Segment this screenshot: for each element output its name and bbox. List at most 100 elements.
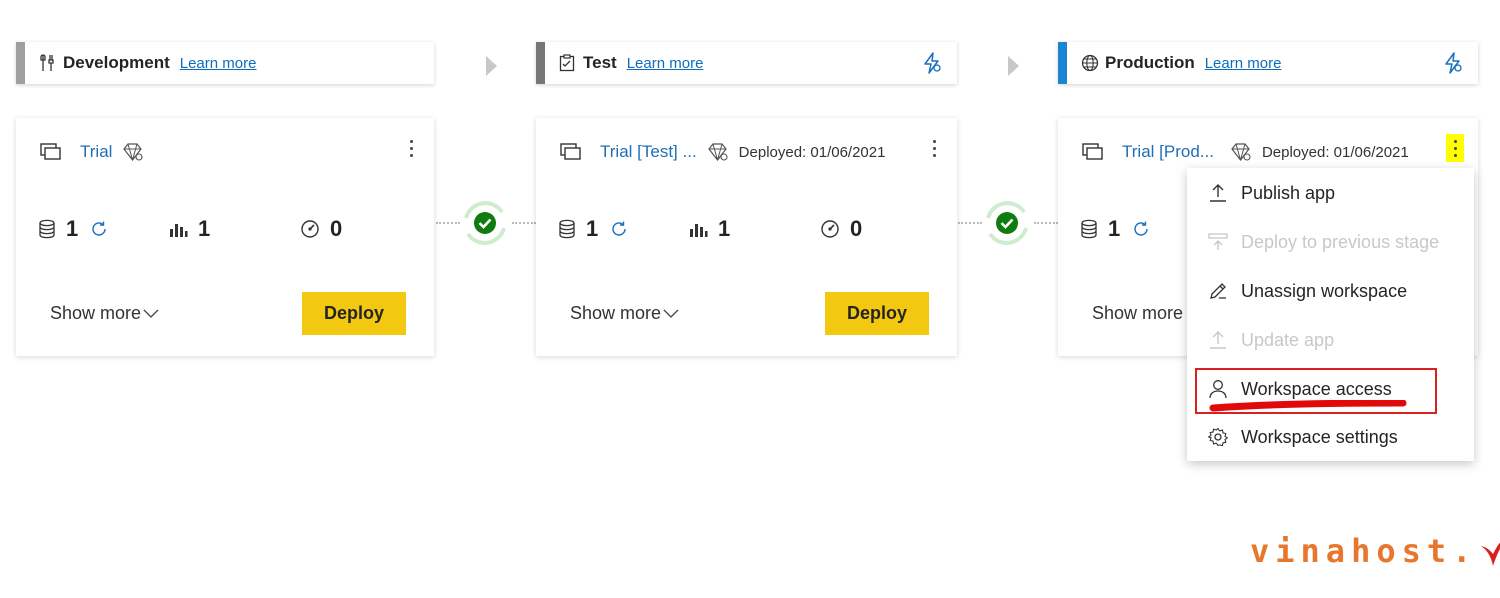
show-more-label: Show more: [570, 303, 662, 323]
deploy-button[interactable]: Deploy: [825, 292, 929, 335]
chevron-right-icon: [486, 56, 497, 76]
report-bar-icon: [690, 224, 708, 237]
person-icon: [1207, 378, 1229, 400]
stage-card-development: Trial 1 1 0 Show more Deploy: [16, 118, 434, 356]
database-icon: [559, 219, 575, 239]
connector-line: [958, 222, 982, 224]
more-options-button[interactable]: [402, 134, 420, 162]
datasets-count: 1: [66, 216, 79, 241]
show-more-toggle[interactable]: Show more: [570, 303, 679, 324]
reports-count: 1: [718, 216, 731, 241]
vinahost-logo: vinahost.: [1250, 520, 1500, 570]
learn-more-link[interactable]: Learn more: [180, 55, 257, 72]
datasets-metric: 1: [1080, 216, 1150, 242]
stage-color-bar: [1058, 42, 1067, 84]
connector-line: [512, 222, 536, 224]
show-more-toggle[interactable]: Show more: [1092, 303, 1183, 324]
dashboard-gauge-icon: [821, 220, 839, 238]
stage-header-production: Production Learn more: [1058, 42, 1478, 84]
datasets-count: 1: [1108, 216, 1121, 241]
gear-icon: [1207, 426, 1229, 448]
refresh-icon[interactable]: [90, 220, 108, 238]
menu-item-label: Workspace access: [1241, 378, 1392, 399]
learn-more-link[interactable]: Learn more: [1205, 55, 1282, 72]
stage-card-test: Trial [Test] ... Deployed: 01/06/2021 1 …: [536, 118, 957, 356]
workspace-name-link[interactable]: Trial [Test] ...: [600, 142, 697, 162]
workspace-icon: [1082, 143, 1104, 161]
card-title-row: Trial [Prod... Deployed: 01/06/2021: [1082, 140, 1462, 164]
reports-count: 1: [198, 216, 211, 241]
more-options-button[interactable]: [1446, 134, 1464, 162]
show-more-label: Show more: [50, 303, 142, 323]
deployment-rules-icon[interactable]: [921, 52, 943, 74]
datasets-metric: 1: [558, 216, 628, 242]
learn-more-link[interactable]: Learn more: [627, 55, 704, 72]
chevron-down-icon: [663, 309, 679, 318]
menu-item-deploy-previous[interactable]: Deploy to previous stage: [1207, 227, 1439, 257]
card-metrics: 1 1 0: [38, 216, 418, 242]
dashboards-metric: 0: [300, 216, 342, 242]
annotation-underline: [1209, 400, 1407, 412]
globe-icon: [1081, 54, 1099, 72]
chevron-right-icon: [1008, 56, 1019, 76]
workspace-icon: [560, 143, 582, 161]
premium-capacity-icon: [122, 142, 144, 162]
card-metrics: 1 1 0: [558, 216, 941, 242]
stage-name: Development: [63, 53, 170, 72]
chevron-down-icon: [143, 309, 159, 318]
compare-sync-icon[interactable]: [458, 196, 512, 250]
menu-item-unassign-workspace[interactable]: Unassign workspace: [1207, 276, 1407, 306]
workspace-icon: [40, 143, 62, 161]
premium-capacity-icon: [707, 142, 729, 162]
refresh-icon[interactable]: [1132, 220, 1150, 238]
stage-color-bar: [16, 42, 25, 84]
deployed-date: Deployed: 01/06/2021: [738, 143, 886, 161]
clipboard-icon: [559, 54, 577, 72]
upload-icon: [1207, 182, 1229, 204]
menu-item-label: Unassign workspace: [1241, 280, 1408, 301]
pencil-icon: [1207, 280, 1229, 302]
reports-metric: 1: [688, 216, 730, 242]
dashboards-count: 0: [850, 216, 863, 241]
stage-header-development: Development Learn more: [16, 42, 434, 84]
menu-item-label: Publish app: [1241, 182, 1336, 203]
dashboards-metric: 0: [820, 216, 862, 242]
stage-header-test: Test Learn more: [536, 42, 957, 84]
datasets-metric: 1: [38, 216, 108, 242]
tools-icon: [39, 54, 57, 72]
deploy-back-icon: [1207, 231, 1229, 253]
card-title-row: Trial: [40, 140, 418, 164]
refresh-icon[interactable]: [610, 220, 628, 238]
dashboard-gauge-icon: [301, 220, 319, 238]
datasets-count: 1: [586, 216, 599, 241]
deployment-rules-icon[interactable]: [1442, 52, 1464, 74]
stage-name: Production: [1105, 53, 1195, 72]
report-bar-icon: [170, 224, 188, 237]
logo-text: vinahost.: [1250, 532, 1478, 570]
reports-metric: 1: [168, 216, 210, 242]
menu-item-workspace-settings[interactable]: Workspace settings: [1207, 422, 1398, 452]
workspace-name-link[interactable]: Trial [Prod...: [1122, 142, 1214, 162]
workspace-name-link[interactable]: Trial: [80, 142, 112, 162]
connector-line: [1034, 222, 1058, 224]
deploy-button[interactable]: Deploy: [302, 292, 406, 335]
premium-capacity-icon: [1230, 142, 1252, 162]
menu-item-publish-app[interactable]: Publish app: [1207, 178, 1335, 208]
compare-sync-icon[interactable]: [980, 196, 1034, 250]
stage-name: Test: [583, 53, 617, 72]
card-title-row: Trial [Test] ... Deployed: 01/06/2021: [560, 140, 941, 164]
dashboards-count: 0: [330, 216, 343, 241]
database-icon: [1081, 219, 1097, 239]
menu-item-label: Deploy to previous stage: [1241, 231, 1440, 252]
menu-item-update-app[interactable]: Update app: [1207, 325, 1334, 355]
show-more-toggle[interactable]: Show more: [50, 303, 159, 324]
deployed-date: Deployed: 01/06/2021: [1261, 143, 1409, 161]
workspace-context-menu: Publish app Deploy to previous stage Una…: [1187, 168, 1474, 461]
more-options-button[interactable]: [925, 134, 943, 162]
stage-color-bar: [536, 42, 545, 84]
database-icon: [39, 219, 55, 239]
menu-item-label: Workspace settings: [1241, 426, 1398, 447]
connector-line: [436, 222, 460, 224]
show-more-label: Show more: [1092, 303, 1184, 323]
checkmark-icon: [1481, 542, 1500, 566]
